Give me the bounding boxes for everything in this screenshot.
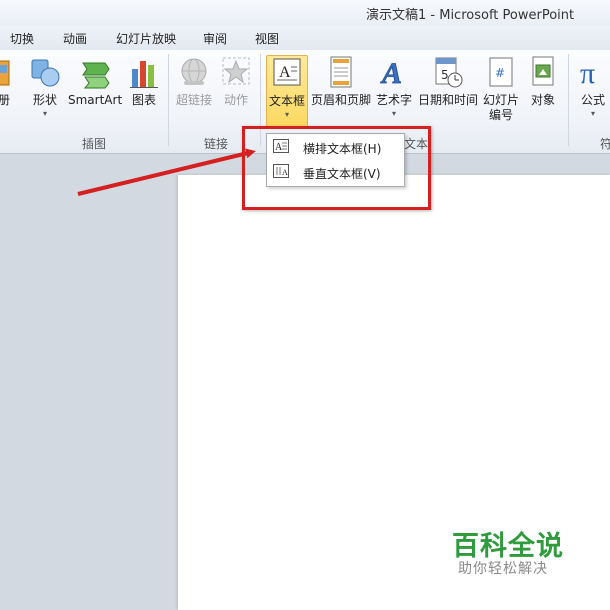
smartart-label: SmartArt	[68, 93, 123, 107]
window-title: 演示文稿1 - Microsoft PowerPoint	[366, 8, 575, 23]
object-label: 对象	[530, 93, 555, 107]
textbox-icon: A	[271, 56, 303, 90]
hyperlink-button[interactable]: 超链接	[174, 55, 214, 108]
calendar-clock-icon: 5	[432, 55, 464, 89]
tab-review[interactable]: 审阅	[203, 30, 227, 47]
action-button[interactable]: 动作	[220, 55, 252, 108]
chart-button[interactable]: 图表	[128, 55, 160, 108]
svg-text:A: A	[380, 57, 402, 89]
wordart-button[interactable]: A 艺术字 ▾	[374, 55, 414, 119]
tab-animations[interactable]: 动画	[63, 30, 87, 47]
slide-number-label-line2: 编号	[488, 108, 513, 122]
header-footer-label: 页眉和页脚	[310, 93, 371, 107]
wordart-label: 艺术字	[375, 93, 412, 107]
shapes-icon	[29, 55, 61, 89]
svg-text:5: 5	[441, 68, 449, 82]
datetime-button[interactable]: 5 日期和时间	[418, 55, 478, 108]
textbox-dropdown-arrow[interactable]: ▾	[267, 110, 307, 120]
textbox-button[interactable]: A 文本框 ▾	[266, 55, 308, 129]
tab-slideshow[interactable]: 幻灯片放映	[116, 30, 176, 47]
smartart-icon	[79, 55, 111, 89]
tab-transitions[interactable]: 切换	[10, 30, 34, 47]
chart-label: 图表	[131, 93, 156, 107]
shapes-label: 形状	[32, 93, 57, 107]
equation-dropdown-arrow: ▾	[590, 109, 595, 118]
pi-icon: π	[577, 55, 609, 90]
clipart-button-partial[interactable]: 册	[0, 55, 12, 108]
tab-view[interactable]: 视图	[255, 30, 279, 47]
group-label-links: 链接	[204, 137, 229, 151]
watermark-subtitle: 助你轻松解决	[458, 561, 548, 577]
datetime-label: 日期和时间	[418, 93, 479, 107]
shapes-button[interactable]: 形状 ▾	[28, 55, 62, 119]
highlight-box	[242, 126, 431, 210]
svg-text:π: π	[580, 57, 595, 89]
wordart-dropdown-arrow: ▾	[391, 109, 396, 118]
action-star-icon	[220, 55, 252, 89]
title-bar: 演示文稿1 - Microsoft PowerPoint	[0, 0, 610, 26]
object-button[interactable]: 对象	[526, 55, 560, 108]
textbox-label: 文本框	[268, 94, 305, 108]
shapes-dropdown-arrow: ▾	[42, 109, 47, 118]
bar-chart-icon	[128, 55, 160, 89]
action-label: 动作	[223, 93, 248, 107]
header-footer-button[interactable]: 页眉和页脚	[310, 55, 372, 108]
group-separator	[168, 54, 169, 146]
group-label-symbols: 符	[600, 137, 610, 151]
equation-button[interactable]: π 公式 ▾	[576, 55, 610, 119]
svg-text:#: #	[495, 66, 505, 80]
hyperlink-label: 超链接	[175, 93, 212, 107]
slide-number-icon: #	[485, 55, 517, 89]
group-label-illustrations: 插图	[82, 137, 107, 151]
smartart-button[interactable]: SmartArt	[68, 55, 122, 108]
globe-link-icon	[178, 55, 210, 89]
wordart-icon: A	[378, 55, 410, 91]
slide-number-label-line1: 幻灯片	[482, 93, 519, 107]
clipart-label: 册	[0, 93, 10, 107]
ribbon-tabs: 切换 动画 幻灯片放映 审阅 视图	[0, 26, 610, 51]
svg-text:A: A	[279, 64, 291, 81]
equation-label: 公式	[580, 93, 605, 107]
header-footer-icon	[325, 55, 357, 89]
object-icon	[527, 55, 559, 89]
clipart-icon	[0, 55, 11, 89]
group-separator	[568, 54, 569, 146]
slide-number-button[interactable]: # 幻灯片 编号	[481, 55, 521, 123]
